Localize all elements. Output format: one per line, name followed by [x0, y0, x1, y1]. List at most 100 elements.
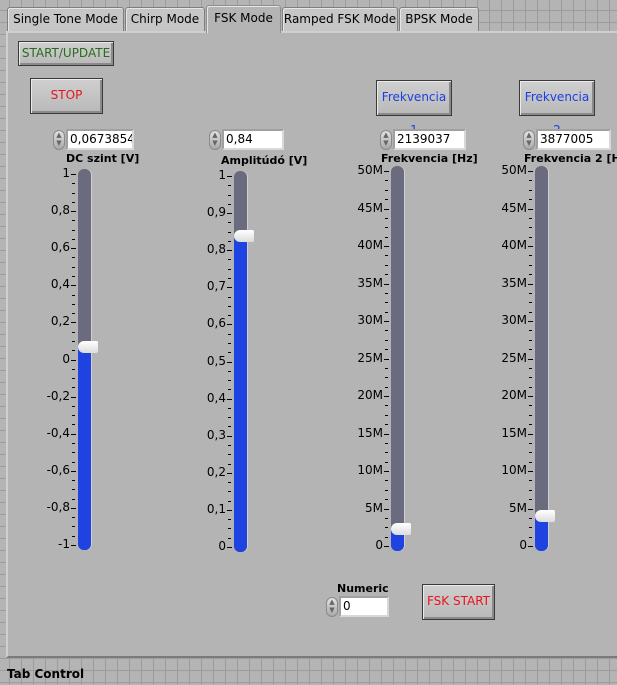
major-tick — [528, 546, 533, 547]
minor-tick — [385, 264, 388, 266]
minor-tick — [385, 217, 388, 219]
spin-arrows-icon[interactable]: ▲ ▼ — [326, 597, 338, 617]
minor-tick — [385, 386, 388, 388]
major-tick — [384, 321, 389, 322]
dc-slider-track[interactable] — [78, 169, 91, 550]
tick-label: 5M — [509, 500, 527, 515]
minor-tick — [72, 517, 75, 519]
spin-arrows-icon[interactable]: ▲ ▼ — [380, 130, 392, 150]
minor-tick — [529, 442, 532, 444]
minor-tick — [385, 536, 388, 538]
minor-tick — [72, 405, 75, 407]
major-tick — [528, 321, 533, 322]
minor-tick — [72, 368, 75, 370]
spin-arrows-icon[interactable]: ▲ ▼ — [209, 130, 221, 150]
stop-button[interactable]: STOP — [30, 78, 103, 114]
f1-value-input[interactable]: 2139037 — [393, 129, 466, 150]
minor-tick — [72, 192, 75, 194]
tick-label: 0,3 — [206, 427, 226, 442]
minor-tick — [72, 526, 75, 528]
major-tick — [71, 470, 76, 472]
tick-label: 0,8 — [206, 242, 226, 257]
tick-label: 0,4 — [206, 390, 226, 405]
minor-tick — [385, 227, 388, 229]
tab-single-tone-mode[interactable]: Single Tone Mode — [7, 7, 124, 31]
major-tick — [227, 509, 232, 511]
major-tick — [528, 246, 533, 247]
tab-fsk-mode[interactable]: FSK Mode — [206, 5, 281, 33]
minor-tick — [385, 255, 388, 257]
major-tick — [71, 433, 76, 435]
minor-tick — [72, 424, 75, 426]
minor-tick — [72, 229, 75, 231]
minor-tick — [228, 426, 231, 428]
major-tick — [227, 547, 232, 548]
f2-slider-track[interactable] — [535, 166, 548, 551]
major-tick — [71, 359, 76, 361]
start-update-button[interactable]: START/UPDATE — [18, 41, 114, 66]
minor-tick — [72, 257, 75, 259]
dc-value-input[interactable]: 0,0673854 — [66, 129, 134, 150]
tick-label: 35M — [357, 275, 383, 290]
major-tick — [71, 248, 76, 250]
fsk-start-button[interactable]: FSK START — [422, 584, 495, 620]
minor-tick — [529, 217, 532, 219]
minor-tick — [72, 340, 75, 342]
major-tick — [528, 283, 533, 285]
minor-tick — [228, 519, 231, 521]
f2-slider-thumb[interactable] — [535, 510, 555, 523]
tick-label: 15M — [501, 425, 527, 440]
numeric-input[interactable]: 0 — [339, 596, 389, 617]
major-tick — [384, 508, 389, 510]
minor-tick — [72, 415, 75, 417]
spin-arrows-icon[interactable]: ▲ ▼ — [53, 130, 65, 150]
f2-label: Frekvencia 2 [Hz] — [524, 152, 617, 165]
minor-tick — [72, 276, 75, 278]
tick-label: 0 — [519, 538, 527, 552]
minor-tick — [385, 461, 388, 463]
f1-slider-thumb[interactable] — [391, 523, 411, 536]
tab-ramped-fsk-mode[interactable]: Ramped FSK Mode — [282, 7, 398, 31]
major-tick — [71, 322, 76, 324]
minor-tick — [385, 339, 388, 341]
amp-slider-fill — [234, 236, 247, 552]
minor-tick — [529, 330, 532, 332]
minor-tick — [228, 268, 231, 270]
frekvencia-1-button[interactable]: Frekvencia 1 — [376, 80, 452, 137]
major-tick — [384, 433, 389, 435]
tick-label: 25M — [357, 350, 383, 365]
minor-tick — [385, 527, 388, 529]
tab-chirp-mode[interactable]: Chirp Mode — [125, 7, 205, 31]
minor-tick — [228, 370, 231, 372]
minor-tick — [529, 452, 532, 454]
tick-label: 40M — [357, 238, 383, 252]
amp-slider-thumb[interactable] — [234, 230, 254, 243]
tick-label: 25M — [501, 350, 527, 365]
minor-tick — [72, 535, 75, 537]
minor-tick — [529, 236, 532, 238]
f1-slider-track[interactable] — [391, 166, 404, 551]
minor-tick — [228, 454, 231, 456]
minor-tick — [72, 183, 75, 185]
fsk-start-label: FSK START — [426, 594, 490, 608]
frekvencia-2-button[interactable]: Frekvencia 2 — [519, 80, 595, 137]
tab-bpsk-mode[interactable]: BPSK Mode — [399, 7, 479, 31]
minor-tick — [529, 274, 532, 276]
minor-tick — [228, 352, 231, 354]
minor-tick — [72, 480, 75, 482]
tick-label: -0,6 — [46, 462, 70, 477]
minor-tick — [529, 461, 532, 463]
amp-value-input[interactable]: 0,84 — [222, 129, 284, 150]
tick-label: 0,7 — [206, 279, 226, 294]
dc-slider-fill — [78, 347, 91, 550]
minor-tick — [529, 405, 532, 407]
f2-value-input[interactable]: 3877005 — [536, 129, 611, 150]
tick-label: -0,2 — [46, 388, 70, 403]
tick-label: 30M — [357, 313, 383, 327]
tick-label: 0,8 — [50, 203, 70, 218]
dc-slider-thumb[interactable] — [78, 341, 98, 354]
amp-slider-track[interactable] — [234, 171, 247, 552]
minor-tick — [228, 305, 231, 307]
spin-arrows-icon[interactable]: ▲ ▼ — [523, 130, 535, 150]
major-tick — [71, 211, 76, 213]
